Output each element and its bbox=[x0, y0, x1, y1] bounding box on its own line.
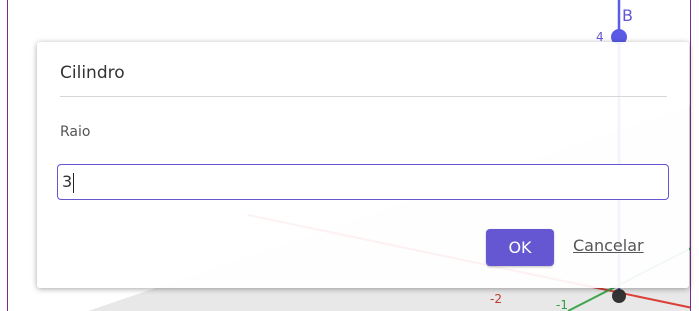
x-axis-tick-label: -2 bbox=[490, 292, 502, 306]
radius-input-value: 3 bbox=[62, 172, 73, 191]
title-divider bbox=[60, 96, 667, 97]
point-b-label: B bbox=[622, 6, 633, 25]
cylinder-dialog: Cilindro Raio 3 OK Cancelar bbox=[37, 42, 689, 288]
text-caret bbox=[73, 172, 75, 193]
y-axis-tick-label: -1 bbox=[556, 298, 568, 311]
ok-button[interactable]: OK bbox=[486, 229, 554, 266]
cancel-button[interactable]: Cancelar bbox=[573, 236, 644, 255]
radius-label: Raio bbox=[60, 124, 91, 140]
origin-marker bbox=[612, 289, 626, 303]
dialog-title: Cilindro bbox=[60, 63, 125, 83]
radius-input[interactable]: 3 bbox=[57, 164, 669, 200]
